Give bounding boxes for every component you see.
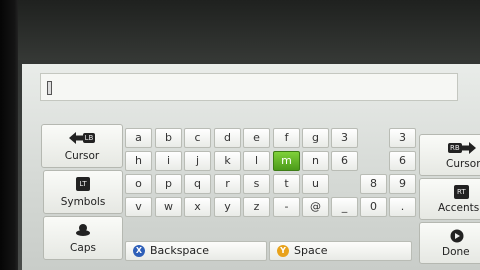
key[interactable]: f — [273, 128, 300, 148]
cursor-right-key[interactable]: RB Cursor — [419, 134, 480, 176]
arrow-left-icon: LB — [42, 131, 122, 145]
key[interactable]: m — [273, 151, 300, 171]
cursor-right-label: Cursor — [446, 158, 480, 170]
key[interactable]: d — [214, 128, 241, 148]
caps-key[interactable]: Caps — [43, 216, 123, 260]
rt-trigger-icon: RT — [420, 185, 480, 199]
key[interactable]: k — [214, 151, 241, 171]
title-area — [18, 0, 480, 60]
symbols-label: Symbols — [60, 196, 106, 208]
key[interactable]: l — [243, 151, 270, 171]
rt-badge: RT — [454, 185, 469, 199]
key[interactable]: e — [243, 128, 270, 148]
key[interactable]: r — [214, 174, 241, 194]
key[interactable]: x — [184, 197, 211, 217]
key[interactable]: y — [214, 197, 241, 217]
backspace-label: Backspace — [150, 244, 209, 257]
key[interactable]: z — [243, 197, 270, 217]
key[interactable]: w — [155, 197, 182, 217]
symbols-key[interactable]: LT Symbols — [43, 170, 123, 214]
key[interactable]: b — [155, 128, 182, 148]
space-key[interactable]: Y Space — [269, 241, 412, 261]
screen-bezel — [0, 0, 18, 270]
key[interactable]: v — [125, 197, 152, 217]
key[interactable]: q — [184, 174, 211, 194]
cursor-left-label: Cursor — [64, 150, 100, 162]
done-label: Done — [442, 246, 470, 258]
key[interactable]: g — [302, 128, 329, 148]
cursor-left-key[interactable]: LB Cursor — [41, 124, 123, 168]
key[interactable]: @ — [302, 197, 329, 217]
accents-label: Accents — [438, 202, 480, 214]
text-input-field[interactable] — [40, 73, 458, 101]
backspace-key[interactable]: X Backspace — [125, 241, 267, 261]
lb-badge: LB — [82, 133, 96, 143]
key[interactable]: 3 — [331, 128, 358, 148]
key[interactable]: p — [155, 174, 182, 194]
key[interactable]: s — [243, 174, 270, 194]
key[interactable]: n — [302, 151, 329, 171]
x-button-icon: X — [133, 245, 145, 257]
key[interactable]: 0 — [360, 197, 387, 217]
key[interactable]: 9 — [389, 174, 416, 194]
key[interactable]: u — [302, 174, 329, 194]
caps-label: Caps — [70, 242, 96, 254]
key[interactable]: j — [184, 151, 211, 171]
key[interactable]: i — [155, 151, 182, 171]
key[interactable]: t — [273, 174, 300, 194]
key[interactable]: o — [125, 174, 152, 194]
thumbstick-icon — [44, 223, 122, 237]
key[interactable]: 8 — [360, 174, 387, 194]
arrow-right-icon: RB — [420, 141, 480, 155]
key[interactable]: 6 — [389, 151, 416, 171]
lt-trigger-icon: LT — [44, 177, 122, 191]
key[interactable]: _ — [331, 197, 358, 217]
key[interactable]: h — [125, 151, 152, 171]
space-label: Space — [294, 244, 328, 257]
text-caret — [47, 81, 52, 95]
key[interactable]: . — [389, 197, 416, 217]
y-button-icon: Y — [277, 245, 289, 257]
key[interactable]: 3 — [389, 128, 416, 148]
start-button-icon — [420, 229, 480, 243]
accents-key[interactable]: RT Accents — [419, 178, 480, 220]
key[interactable]: c — [184, 128, 211, 148]
rb-badge: RB — [448, 143, 462, 153]
done-key[interactable]: Done — [419, 222, 480, 264]
key[interactable]: a — [125, 128, 152, 148]
key[interactable]: 6 — [331, 151, 358, 171]
key[interactable]: - — [273, 197, 300, 217]
lt-badge: LT — [76, 177, 90, 191]
